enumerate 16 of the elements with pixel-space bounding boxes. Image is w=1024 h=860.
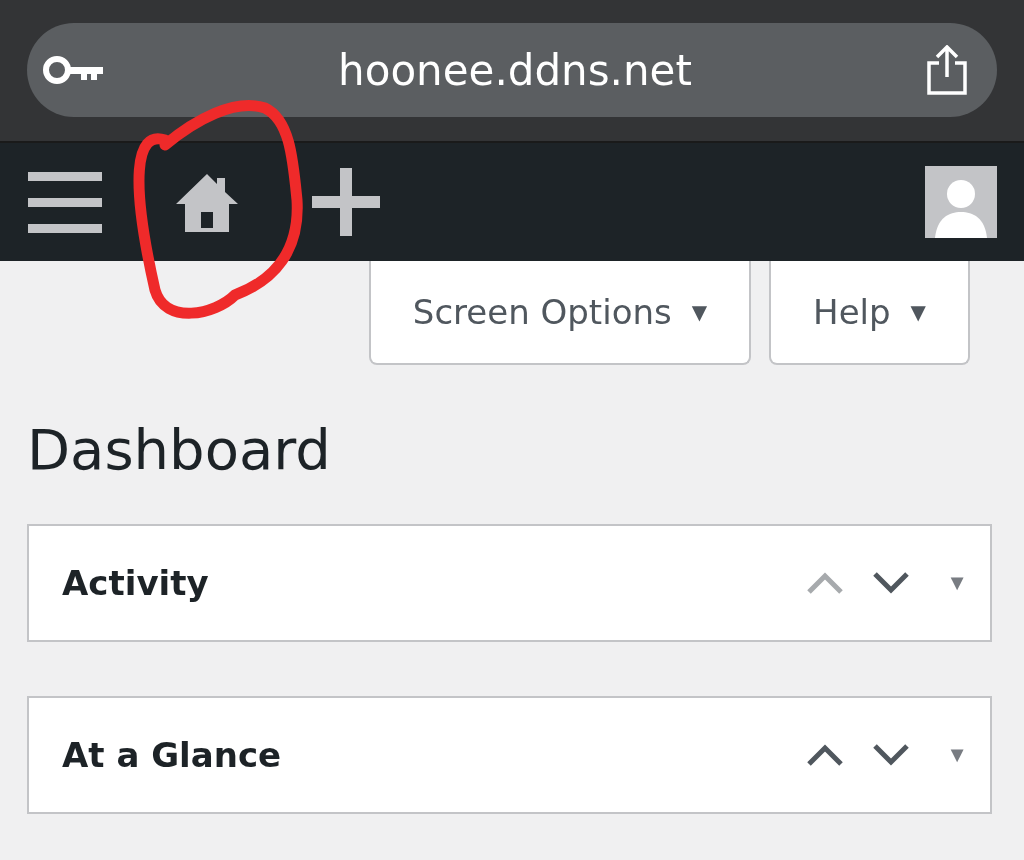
tab-button[interactable]: Help ▼	[769, 261, 970, 365]
panel-title: Activity	[62, 563, 209, 603]
share-icon[interactable]	[925, 45, 969, 95]
tab-button[interactable]: Screen Options ▼	[368, 261, 752, 365]
key-icon	[43, 55, 105, 85]
menu-icon[interactable]	[28, 170, 102, 234]
panel-title: At a Glance	[62, 735, 282, 775]
toggle-button[interactable]: ▼	[946, 742, 968, 768]
move-down-icon[interactable]	[872, 743, 911, 767]
url-text[interactable]: hoonee.ddns.net	[338, 45, 692, 95]
move-up-icon[interactable]	[806, 743, 845, 767]
page-title: Dashboard	[27, 417, 332, 482]
add-icon[interactable]	[312, 168, 380, 236]
move-down-icon[interactable]	[872, 571, 911, 595]
home-icon[interactable]	[174, 172, 240, 232]
toggle-button[interactable]: ▼	[946, 570, 968, 596]
